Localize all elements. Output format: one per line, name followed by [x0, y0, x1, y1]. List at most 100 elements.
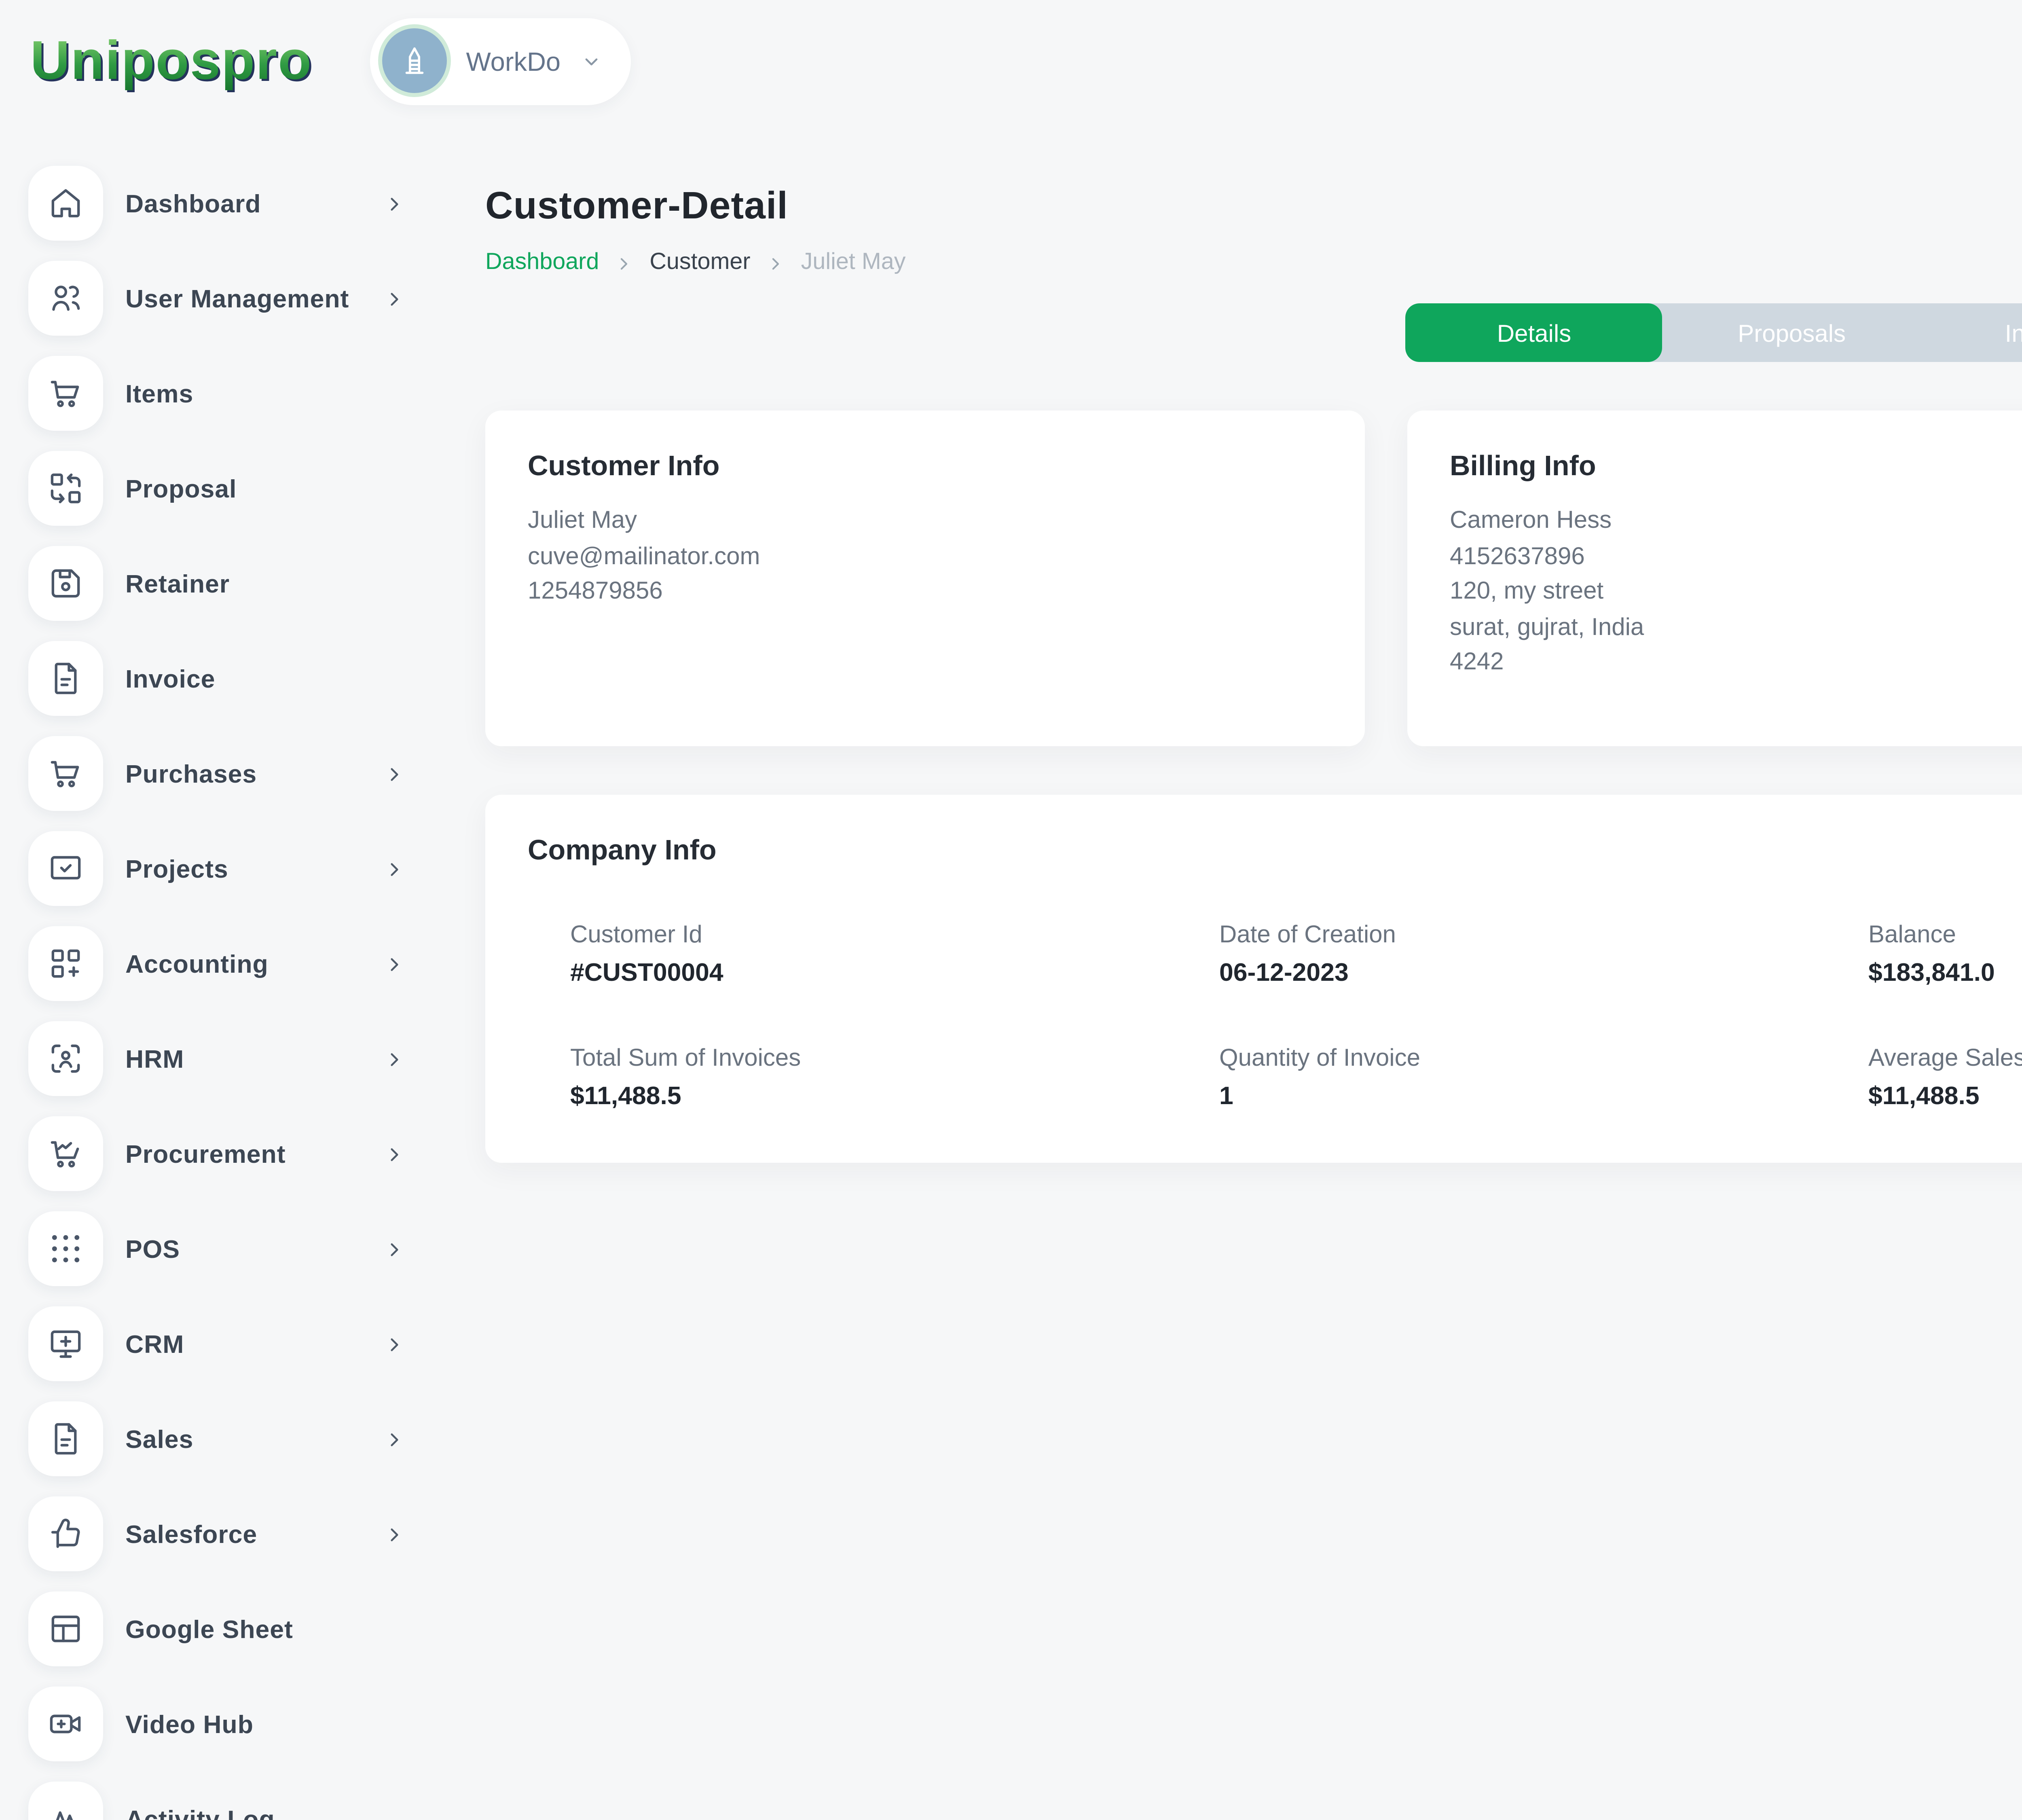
- sidebar-item[interactable]: Procurement: [28, 1116, 412, 1191]
- sidebar-item[interactable]: Activity Log: [28, 1782, 412, 1820]
- sidebar-item[interactable]: Retainer: [28, 546, 412, 621]
- sidebar-item-label: Invoice: [125, 665, 215, 693]
- sidebar-item-icon: [28, 926, 103, 1001]
- sidebar-item-icon: [28, 1782, 103, 1820]
- sidebar-item-icon: [28, 1496, 103, 1571]
- info-line: Cameron Hess: [1450, 504, 2022, 539]
- chevron-right-icon: [615, 254, 633, 272]
- page-header: Customer-Detail Dashboard Customer Julie…: [485, 186, 2022, 275]
- breadcrumb-current: Juliet May: [801, 251, 906, 275]
- sidebar-item-label: HRM: [125, 1045, 184, 1073]
- tab[interactable]: Invoices: [1920, 303, 2022, 362]
- breadcrumb-customer[interactable]: Customer: [649, 251, 750, 275]
- detail-tabs: DetailsProposalsInvoicesRetainerRevenueP…: [1405, 303, 2022, 362]
- field-value: $183,841.0: [1868, 959, 2022, 987]
- app: Unipospro WorkDo 0 Create Workspace Work…: [0, 0, 2022, 1820]
- company-field: Quantity of Invoice 1: [1219, 1043, 1868, 1110]
- sidebar-item-label: Procurement: [125, 1140, 286, 1168]
- field-label: Total Sum of Invoices: [570, 1043, 1219, 1072]
- sidebar-item-label: Retainer: [125, 569, 230, 598]
- sidebar-item-icon: [28, 451, 103, 526]
- sidebar-item-label: Video Hub: [125, 1710, 254, 1738]
- workspace-name: WorkDo: [466, 46, 561, 76]
- top-header: Unipospro WorkDo 0 Create Workspace Work…: [0, 0, 2022, 121]
- sidebar-item[interactable]: Invoice: [28, 641, 412, 716]
- sidebar-item-label: User Management: [125, 284, 349, 313]
- sidebar-item-icon: [28, 831, 103, 906]
- info-line: 4242: [1450, 645, 2022, 681]
- field-value: $11,488.5: [1868, 1082, 2022, 1110]
- sidebar-item-label: Dashboard: [125, 189, 261, 218]
- breadcrumb: Dashboard Customer Juliet May: [485, 251, 906, 275]
- company-field: Average Sales $11,488.5: [1868, 1043, 2022, 1110]
- sidebar-item[interactable]: HRM: [28, 1021, 412, 1096]
- sidebar-item-label: Purchases: [125, 760, 257, 788]
- sidebar-item[interactable]: Salesforce: [28, 1496, 412, 1571]
- sidebar-item-icon: [28, 736, 103, 811]
- sidebar-item[interactable]: Purchases: [28, 736, 412, 811]
- company-field: Date of Creation 06-12-2023: [1219, 920, 1868, 987]
- sidebar-item[interactable]: User Management: [28, 261, 412, 336]
- info-line: 4152637896: [1450, 539, 2022, 575]
- sidebar-item-label: POS: [125, 1235, 180, 1263]
- info-line: 120, my street: [1450, 574, 2022, 610]
- sidebar-item-label: Projects: [125, 855, 228, 883]
- field-value: 06-12-2023: [1219, 959, 1868, 987]
- company-info-card: Company Info Customer Id #CUST00004 Date…: [485, 795, 2022, 1163]
- info-line: Juliet May: [528, 504, 1322, 539]
- chevron-right-icon: [384, 1239, 404, 1259]
- field-value: $11,488.5: [570, 1082, 1219, 1110]
- sidebar-item[interactable]: Accounting: [28, 926, 412, 1001]
- sidebar-item-icon: [28, 356, 103, 431]
- info-line: 1254879856: [528, 574, 1322, 610]
- sidebar-item-label: Google Sheet: [125, 1615, 293, 1643]
- sidebar-item[interactable]: Projects: [28, 831, 412, 906]
- sidebar-item[interactable]: Google Sheet: [28, 1591, 412, 1666]
- sidebar-item-icon: [28, 1401, 103, 1476]
- company-field: Customer Id #CUST00004: [570, 920, 1219, 987]
- sidebar-item[interactable]: Dashboard: [28, 166, 412, 241]
- breadcrumb-dashboard[interactable]: Dashboard: [485, 251, 599, 275]
- sidebar-item[interactable]: POS: [28, 1211, 412, 1286]
- chevron-right-icon: [384, 288, 404, 309]
- field-label: Average Sales: [1868, 1043, 2022, 1072]
- chevron-right-icon: [384, 1144, 404, 1164]
- sidebar-item-label: Salesforce: [125, 1520, 257, 1548]
- sidebar-item-icon: [28, 546, 103, 621]
- company-field: Total Sum of Invoices $11,488.5: [570, 1043, 1219, 1110]
- sidebar-item[interactable]: CRM: [28, 1306, 412, 1381]
- field-label: Balance: [1868, 920, 2022, 948]
- tab[interactable]: Proposals: [1663, 303, 1920, 362]
- customer-info-card: Customer Info Juliet Maycuve@mailinator.…: [485, 411, 1365, 746]
- sidebar-item[interactable]: Sales: [28, 1401, 412, 1476]
- sidebar-item[interactable]: Proposal: [28, 451, 412, 526]
- field-value: 1: [1219, 1082, 1868, 1110]
- chevron-down-icon: [581, 50, 603, 72]
- card-title: Billing Info: [1450, 449, 2022, 481]
- brand-logo: Unipospro: [30, 30, 313, 92]
- chevron-right-icon: [384, 1334, 404, 1354]
- billing-info-card: Billing Info Cameron Hess4152637896120, …: [1407, 411, 2022, 746]
- info-cards: Customer Info Juliet Maycuve@mailinator.…: [485, 411, 2022, 746]
- chevron-right-icon: [384, 193, 404, 214]
- sidebar-item-label: Items: [125, 379, 193, 408]
- card-title: Company Info: [528, 833, 2022, 866]
- tab[interactable]: Details: [1405, 303, 1663, 362]
- workspace-selector[interactable]: WorkDo: [369, 17, 632, 104]
- page-title: Customer-Detail: [485, 186, 906, 231]
- sidebar-item[interactable]: Video Hub: [28, 1687, 412, 1761]
- chevron-right-icon: [384, 954, 404, 974]
- field-value: #CUST00004: [570, 959, 1219, 987]
- company-field: Balance $183,841.0: [1868, 920, 2022, 987]
- info-line: surat, gujrat, India: [1450, 610, 2022, 645]
- sidebar-item[interactable]: Items: [28, 356, 412, 431]
- sidebar-item-icon: [28, 1687, 103, 1761]
- sidebar-item-icon: [28, 261, 103, 336]
- main-content: Customer-Detail Dashboard Customer Julie…: [445, 121, 2022, 1820]
- chevron-right-icon: [384, 1049, 404, 1069]
- chevron-right-icon: [384, 764, 404, 784]
- sidebar-item-icon: [28, 641, 103, 716]
- chevron-right-icon: [384, 1429, 404, 1449]
- sidebar-item-icon: [28, 1021, 103, 1096]
- workspace-avatar: [381, 28, 446, 93]
